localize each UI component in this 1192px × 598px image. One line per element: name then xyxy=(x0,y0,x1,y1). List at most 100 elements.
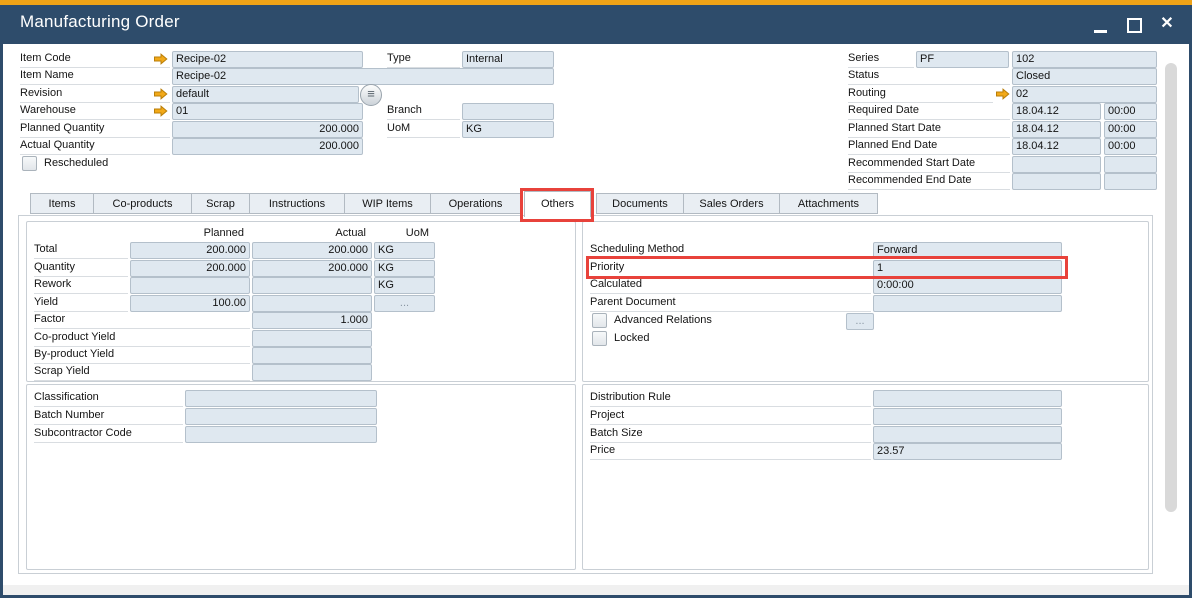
scrap-yield-label: Scrap Yield xyxy=(34,364,250,381)
rescheduled-label: Rescheduled xyxy=(44,156,108,171)
recommended-start-date-field[interactable] xyxy=(1012,156,1101,173)
tab-documents[interactable]: Documents xyxy=(596,193,684,214)
yield-label: Yield xyxy=(34,295,128,312)
vertical-scrollbar-thumb[interactable] xyxy=(1165,63,1177,512)
routing-field[interactable]: 02 xyxy=(1012,86,1157,103)
tab-others[interactable]: Others xyxy=(524,191,591,217)
batch-size-field[interactable] xyxy=(873,426,1062,443)
actual-quantity-label: Actual Quantity xyxy=(20,138,170,155)
required-time-field[interactable]: 00:00 xyxy=(1104,103,1157,120)
item-code-field[interactable]: Recipe-02 xyxy=(172,51,363,68)
rework-uom-field[interactable]: KG xyxy=(374,277,435,294)
scrap-yield-field[interactable] xyxy=(252,364,372,381)
yield-planned-field[interactable]: 100.00 xyxy=(130,295,250,312)
status-field[interactable]: Closed xyxy=(1012,68,1157,85)
factor-field[interactable]: 1.000 xyxy=(252,312,372,329)
total-planned-field[interactable]: 200.000 xyxy=(130,242,250,259)
total-uom-field[interactable]: KG xyxy=(374,242,435,259)
classification-label: Classification xyxy=(34,390,183,407)
yield-uom-ellipsis-button[interactable]: ... xyxy=(374,295,435,312)
advanced-relations-checkbox[interactable] xyxy=(592,313,607,328)
calculated-field[interactable]: 0:00:00 xyxy=(873,277,1062,294)
tab-wip-items[interactable]: WIP Items xyxy=(344,193,431,214)
link-arrow-icon[interactable] xyxy=(153,88,168,100)
planned-start-date-field[interactable]: 18.04.12 xyxy=(1012,121,1101,138)
item-name-field[interactable]: Recipe-02 xyxy=(172,68,554,85)
locked-label: Locked xyxy=(614,331,649,346)
branch-field[interactable] xyxy=(462,103,554,120)
tab-instructions[interactable]: Instructions xyxy=(249,193,345,214)
tab-scrap[interactable]: Scrap xyxy=(191,193,250,214)
item-name-label: Item Name xyxy=(20,68,170,85)
planned-column-header: Planned xyxy=(130,226,244,240)
required-date-label: Required Date xyxy=(848,103,1010,120)
tab-attachments[interactable]: Attachments xyxy=(779,193,878,214)
recommended-end-time-field[interactable] xyxy=(1104,173,1157,190)
scheduling-method-field[interactable]: Forward xyxy=(873,242,1062,259)
planned-end-date-field[interactable]: 18.04.12 xyxy=(1012,138,1101,155)
batch-size-label: Batch Size xyxy=(590,426,871,443)
quantity-planned-field[interactable]: 200.000 xyxy=(130,260,250,277)
item-code-label: Item Code xyxy=(20,51,170,68)
parent-document-field[interactable] xyxy=(873,295,1062,312)
planned-start-time-field[interactable]: 00:00 xyxy=(1104,121,1157,138)
distribution-rule-label: Distribution Rule xyxy=(590,390,871,407)
project-field[interactable] xyxy=(873,408,1062,425)
warehouse-field[interactable]: 01 xyxy=(172,103,363,120)
link-arrow-icon[interactable] xyxy=(995,88,1010,100)
revision-field[interactable]: default xyxy=(172,86,359,103)
tab-co-products[interactable]: Co-products xyxy=(93,193,192,214)
planned-end-date-label: Planned End Date xyxy=(848,138,1010,155)
subcontractor-code-field[interactable] xyxy=(185,426,377,443)
advanced-relations-ellipsis-button[interactable]: ... xyxy=(846,313,874,330)
actual-column-header: Actual xyxy=(252,226,366,240)
link-arrow-icon[interactable] xyxy=(153,53,168,65)
maximize-icon[interactable] xyxy=(1127,18,1142,33)
recommended-start-date-label: Recommended Start Date xyxy=(848,156,1010,173)
uom-field[interactable]: KG xyxy=(462,121,554,138)
tab-operations[interactable]: Operations xyxy=(430,193,521,214)
by-product-yield-label: By-product Yield xyxy=(34,347,250,364)
series-field[interactable]: PF xyxy=(916,51,1009,68)
required-date-field[interactable]: 18.04.12 xyxy=(1012,103,1101,120)
status-bar-area xyxy=(3,585,1189,595)
recommended-end-date-field[interactable] xyxy=(1012,173,1101,190)
link-arrow-icon[interactable] xyxy=(153,105,168,117)
uom-label: UoM xyxy=(387,121,460,138)
locked-checkbox[interactable] xyxy=(592,331,607,346)
batch-number-field[interactable] xyxy=(185,408,377,425)
status-label: Status xyxy=(848,68,1010,85)
distribution-rule-field[interactable] xyxy=(873,390,1062,407)
priority-label: Priority xyxy=(590,260,871,277)
tab-sales-orders[interactable]: Sales Orders xyxy=(683,193,780,214)
project-label: Project xyxy=(590,408,871,425)
close-icon[interactable]: ✕ xyxy=(1157,13,1177,35)
quantity-actual-field[interactable]: 200.000 xyxy=(252,260,372,277)
classification-field[interactable] xyxy=(185,390,377,407)
warehouse-label: Warehouse xyxy=(20,103,170,120)
actual-quantity-field[interactable]: 200.000 xyxy=(172,138,363,155)
rework-planned-field[interactable] xyxy=(130,277,250,294)
quantity-uom-field[interactable]: KG xyxy=(374,260,435,277)
branch-label: Branch xyxy=(387,103,460,120)
planned-quantity-label: Planned Quantity xyxy=(20,121,170,138)
selection-list-icon[interactable]: ≡ xyxy=(360,84,382,106)
type-field[interactable]: Internal xyxy=(462,51,554,68)
planned-end-time-field[interactable]: 00:00 xyxy=(1104,138,1157,155)
routing-label: Routing xyxy=(848,86,993,103)
rescheduled-checkbox[interactable] xyxy=(22,156,37,171)
priority-field[interactable]: 1 xyxy=(873,260,1062,277)
tab-items[interactable]: Items xyxy=(30,193,94,214)
rework-actual-field[interactable] xyxy=(252,277,372,294)
recommended-end-date-label: Recommended End Date xyxy=(848,173,1010,190)
minimize-icon[interactable] xyxy=(1094,30,1107,33)
total-actual-field[interactable]: 200.000 xyxy=(252,242,372,259)
yield-actual-field[interactable] xyxy=(252,295,372,312)
co-product-yield-field[interactable] xyxy=(252,330,372,347)
series-number-field[interactable]: 102 xyxy=(1012,51,1157,68)
window-title: Manufacturing Order xyxy=(20,12,180,32)
by-product-yield-field[interactable] xyxy=(252,347,372,364)
recommended-start-time-field[interactable] xyxy=(1104,156,1157,173)
price-field[interactable]: 23.57 xyxy=(873,443,1062,460)
planned-quantity-field[interactable]: 200.000 xyxy=(172,121,363,138)
